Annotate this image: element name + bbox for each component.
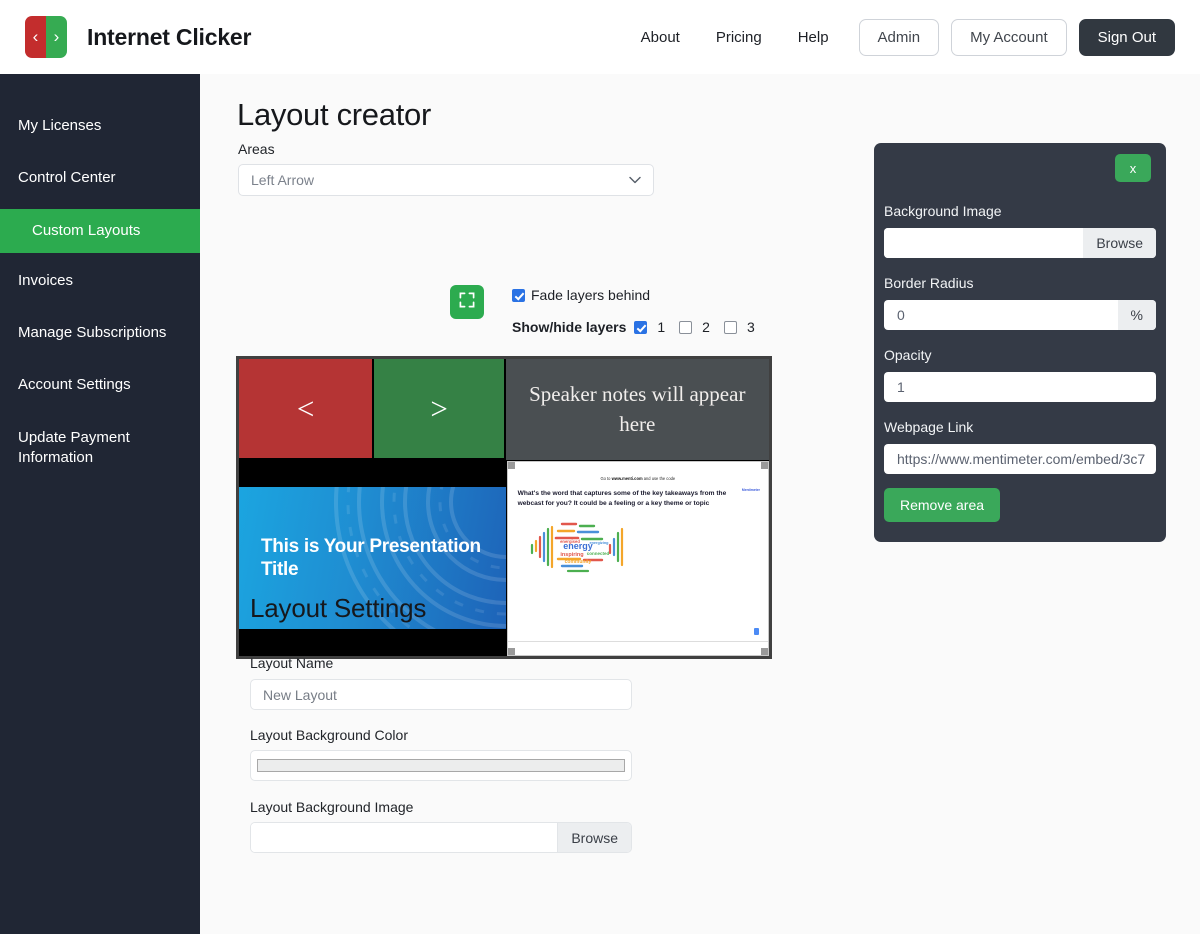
my-account-button[interactable]: My Account: [951, 18, 1067, 56]
left-arrow-icon: <: [296, 390, 315, 426]
layout-background-image-browse-button[interactable]: Browse: [557, 823, 631, 852]
close-panel-button[interactable]: x: [1115, 154, 1151, 182]
layout-background-color-input[interactable]: [250, 750, 632, 781]
panel-background-image-browse-button[interactable]: Browse: [1083, 228, 1156, 258]
sidebar-item-manage-subscriptions[interactable]: Manage Subscriptions: [0, 311, 200, 355]
nav-link-pricing[interactable]: Pricing: [698, 21, 780, 54]
show-hide-layers-label: Show/hide layers: [512, 319, 627, 335]
chevron-down-icon: [629, 173, 641, 187]
sidebar-item-control-center[interactable]: Control Center: [0, 156, 200, 200]
fade-layers-row: Fade layers behind: [512, 287, 650, 303]
sidebar: My Licenses Control Center Custom Layout…: [0, 74, 200, 934]
panel-background-image-label: Background Image: [884, 203, 1002, 219]
brand-title: Internet Clicker: [87, 23, 252, 50]
area-speaker-notes[interactable]: Speaker notes will appear here: [505, 359, 769, 460]
panel-background-image-field[interactable]: [884, 228, 1084, 258]
svg-text:community: community: [564, 559, 591, 565]
menti-code-suffix: and use the code: [642, 476, 676, 482]
resize-handle-bottom-right[interactable]: [760, 647, 768, 655]
webpage-link-input[interactable]: https://www.mentimeter.com/embed/3c7: [884, 444, 1156, 474]
area-right-arrow[interactable]: >: [374, 359, 504, 459]
page-title: Layout creator: [237, 97, 431, 132]
layer-1-checkbox[interactable]: [634, 320, 648, 334]
areas-select-value: Left Arrow: [251, 172, 315, 188]
app-logo: ‹ ›: [25, 16, 67, 58]
top-navigation: About Pricing Help Admin My Account Sign…: [623, 18, 1175, 56]
sidebar-item-update-payment-information[interactable]: Update Payment Information: [0, 416, 160, 481]
layout-background-color-label: Layout Background Color: [250, 727, 408, 743]
layout-settings-title: Layout Settings: [250, 593, 427, 623]
area-webpage-embed[interactable]: Go to www.menti.com and use the code Men…: [506, 461, 769, 656]
menti-code-line: Go to www.menti.com and use the code: [518, 476, 758, 481]
layout-background-image-label: Layout Background Image: [250, 799, 414, 815]
menti-share-icon: [753, 627, 759, 635]
sidebar-item-custom-layouts[interactable]: Custom Layouts: [0, 208, 200, 253]
logo-right-arrow-icon: ›: [46, 16, 67, 58]
border-radius-value: 0: [897, 307, 905, 323]
sidebar-item-my-licenses[interactable]: My Licenses: [0, 104, 200, 148]
nav-link-about[interactable]: About: [623, 21, 698, 54]
slide-title-text: This is Your Presentation Title: [261, 535, 481, 580]
show-hide-layers-row: Show/hide layers 1 2 3: [512, 319, 769, 335]
nav-link-help[interactable]: Help: [780, 21, 847, 54]
logo-left-arrow-icon: ‹: [25, 16, 46, 58]
areas-select[interactable]: Left Arrow: [238, 164, 654, 196]
svg-text:energizing: energizing: [589, 541, 609, 545]
menti-code-prefix: Go to: [600, 476, 612, 482]
menti-code-url: www.menti.com: [611, 476, 643, 482]
resize-handle-top-left[interactable]: [507, 462, 515, 470]
word-cloud-image: energy inspiring connected community ene…: [530, 522, 623, 572]
opacity-input[interactable]: 1: [884, 372, 1156, 402]
sign-out-button[interactable]: Sign Out: [1078, 18, 1175, 56]
mentimeter-brand-logo: Mentimeter: [741, 488, 760, 493]
admin-button[interactable]: Admin: [858, 18, 940, 56]
sidebar-item-account-settings[interactable]: Account Settings: [0, 363, 200, 407]
layer-2-checkbox[interactable]: [679, 320, 693, 334]
fullscreen-icon: [459, 292, 475, 313]
layout-background-image-input[interactable]: Browse: [250, 822, 632, 853]
remove-area-button[interactable]: Remove area: [884, 488, 1001, 522]
area-properties-panel: x Background Image Browse Border Radius …: [874, 143, 1166, 542]
fade-layers-label: Fade layers behind: [531, 287, 651, 303]
top-bar: ‹ › Internet Clicker About Pricing Help …: [0, 0, 1200, 74]
brand[interactable]: ‹ › Internet Clicker: [25, 16, 251, 58]
right-arrow-icon: >: [430, 390, 448, 426]
layer-2-label: 2: [702, 319, 710, 335]
layout-name-value: New Layout: [263, 686, 337, 703]
fullscreen-button[interactable]: [450, 285, 484, 319]
speaker-notes-text: Speaker notes will appear here: [529, 382, 746, 437]
svg-text:inspiring: inspiring: [560, 552, 583, 558]
layer-3-checkbox[interactable]: [723, 320, 737, 334]
layout-name-label: Layout Name: [250, 655, 334, 671]
svg-text:energised: energised: [560, 539, 580, 544]
area-current-slide[interactable]: This is Your Presentation Title: [239, 459, 506, 656]
layout-background-image-field[interactable]: [251, 823, 558, 852]
opacity-label: Opacity: [884, 347, 932, 363]
svg-text:connected: connected: [586, 551, 609, 556]
menti-question-text: What's the word that captures some of th…: [517, 490, 727, 507]
sidebar-item-invoices[interactable]: Invoices: [0, 259, 200, 303]
layer-1-label: 1: [657, 319, 666, 335]
areas-label: Areas: [238, 141, 275, 157]
resize-handle-top-right[interactable]: [760, 462, 768, 470]
color-swatch: [257, 759, 625, 772]
fade-layers-checkbox[interactable]: [512, 288, 525, 302]
area-left-arrow[interactable]: <: [239, 359, 375, 459]
border-radius-unit: %: [1117, 300, 1156, 330]
resize-handle-bottom-left[interactable]: [507, 647, 515, 655]
border-radius-input[interactable]: 0 %: [884, 300, 1156, 330]
border-radius-label: Border Radius: [884, 275, 974, 291]
embed-divider: [507, 640, 768, 642]
layer-3-label: 3: [746, 319, 755, 335]
panel-background-image-input[interactable]: Browse: [884, 228, 1156, 258]
layout-name-input[interactable]: New Layout: [250, 679, 632, 710]
app-root: ‹ › Internet Clicker About Pricing Help …: [0, 0, 1200, 934]
webpage-link-label: Webpage Link: [884, 419, 974, 435]
